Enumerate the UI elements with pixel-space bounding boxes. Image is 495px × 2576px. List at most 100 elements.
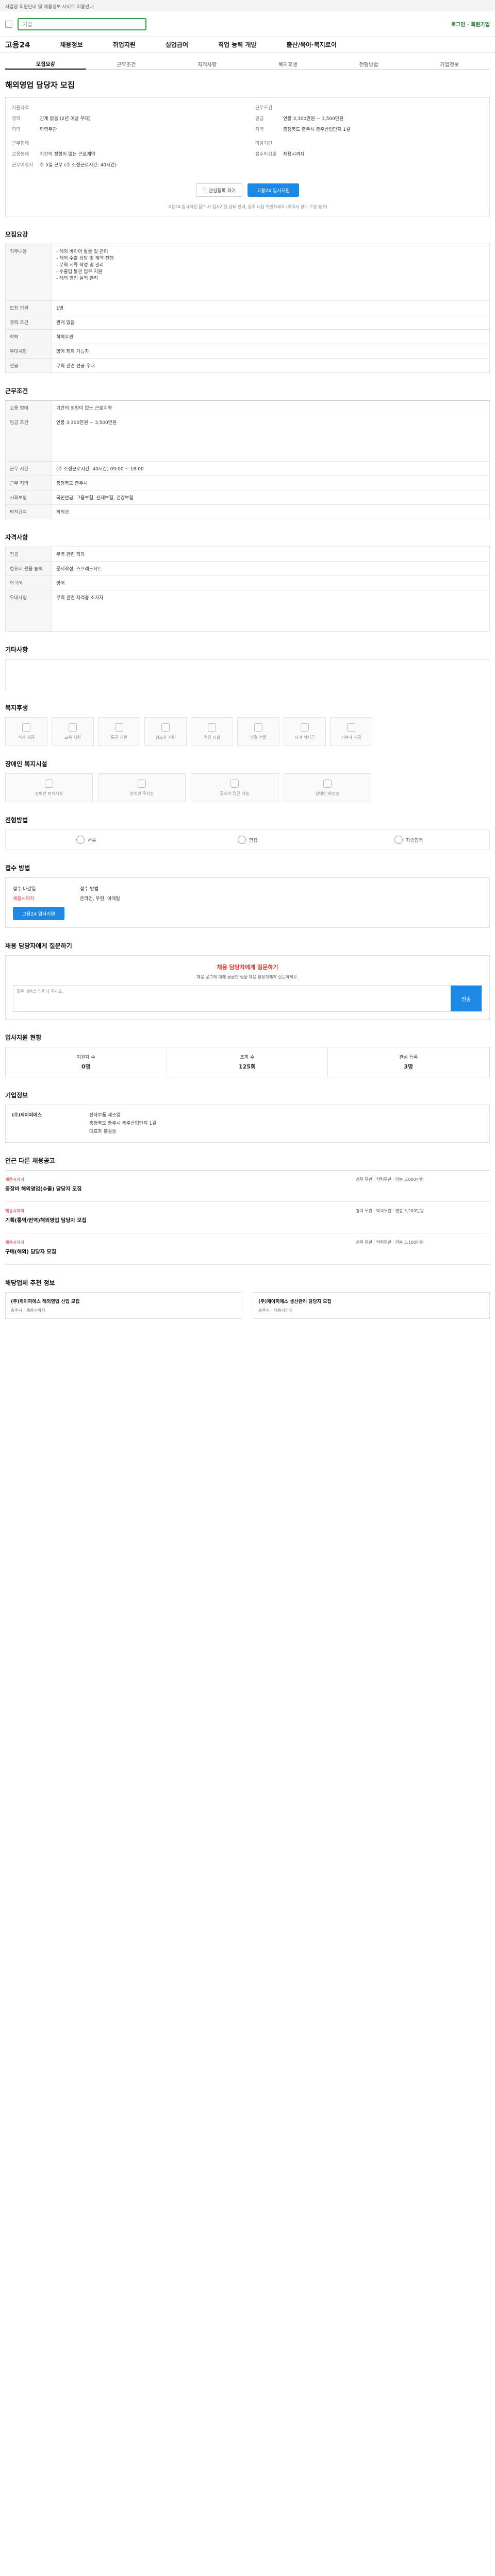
disability-item: 휠체어 접근 가능 — [191, 773, 278, 802]
welfare-label: 식사 제공 — [18, 735, 35, 740]
send-button[interactable]: 전송 — [451, 986, 482, 1011]
stat-label: 지원자 수 — [76, 1055, 95, 1060]
job-content: - 해외 바이어 발굴 및 관리 - 해외 수출 상담 및 계약 진행 - 무역… — [52, 244, 490, 300]
procedure-steps: 서류 면접 최종합격 — [5, 829, 490, 850]
row-label: 임금 조건 — [6, 415, 52, 461]
value: 온라인, 우편, 이메일 — [80, 896, 120, 902]
stat-item: 관심 등록 3명 — [328, 1047, 490, 1077]
global-nav: 기업 로그인 · 회원가입 — [0, 11, 495, 37]
disability-item: 장애인 화장실 — [284, 773, 371, 802]
welfare-item: 교육 지원 — [52, 717, 94, 746]
label: 근무형태 — [12, 141, 29, 146]
label: 지원자격 — [12, 106, 29, 111]
stat-value: 0명 — [81, 1063, 91, 1070]
welfare-item: 경조사 지원 — [144, 717, 187, 746]
card-sub: 충주시 · 채용시까지 — [11, 1308, 45, 1313]
value: 주 5일 근무 (주 소정근로시간: 40시간) — [40, 163, 117, 168]
job-item[interactable]: 채용시까지 구매(해외) 담당자 모집 경력 무관 · 학력무관 · 연봉 3,10… — [5, 1233, 490, 1265]
checkbox-icon[interactable] — [5, 20, 12, 28]
welfare-label: 기숙사 제공 — [341, 735, 361, 740]
question-input[interactable]: 질문 내용을 입력해 주세요. — [13, 986, 451, 1011]
job-item[interactable]: 채용시까지 기획(통역/번역)해외영업 담당자 모집 경력 무관 · 학력무관 · … — [5, 1202, 490, 1233]
tab-company[interactable]: 기업정보 — [409, 59, 490, 70]
recommend-card[interactable]: (주)제이피에스 생산관리 담당자 모집 충주시 · 채용시까지 — [253, 1292, 490, 1319]
step-icon — [394, 836, 403, 844]
disability-item: 장애인 편의시설 — [5, 773, 93, 802]
apply-box: 접수 마감일 채용시까지 고용24 입사지원 접수 방법 온라인, 우편, 이메… — [5, 877, 490, 928]
tab-recruit[interactable]: 모집요강 — [5, 59, 86, 70]
label: 학력 — [12, 127, 21, 132]
main-menu: 고용24 채용정보 취업지원 실업급여 직업 능력 개발 출산/육아·복지로이 — [0, 37, 495, 53]
recommend-card[interactable]: (주)제이피에스 해외영업 신입 모집충주시 · 채용시까지 — [5, 1292, 242, 1319]
welfare-label: 자녀 학자금 — [294, 735, 315, 740]
row-value: 영어 — [52, 576, 490, 590]
row-value: 무역 관련 학과 — [52, 547, 490, 561]
row-value: 문서작성, 스프레드시트 — [52, 562, 490, 575]
stat-label: 조회 수 — [240, 1055, 255, 1060]
menu-item[interactable]: 직업 능력 개발 — [218, 40, 257, 49]
job-title[interactable]: 기획(통역/번역)해외영업 담당자 모집 — [5, 1216, 345, 1224]
search-input[interactable]: 기업 — [18, 18, 146, 30]
row-label: 전공 — [6, 359, 52, 372]
menu-item[interactable]: 취업지원 — [113, 40, 136, 49]
job-item[interactable]: 채용시까지 중장비 해외영업(수출) 담당자 모집 경력 무관 · 학력무관 · 연… — [5, 1171, 490, 1202]
label: 접수마감일 — [255, 152, 277, 157]
tab-qualification[interactable]: 자격사항 — [167, 59, 248, 70]
stat-item: 조회 수 125회 — [167, 1047, 328, 1077]
login-link[interactable]: 로그인 · 회원가입 — [451, 20, 490, 28]
welfare-label: 교육 지원 — [64, 735, 81, 740]
row-label: 외국어 — [6, 576, 52, 590]
step-icon — [237, 836, 246, 844]
value: 기간의 정함이 없는 근로계약 — [40, 152, 95, 157]
disability-icon — [138, 779, 146, 788]
company-industry: 전자부품 제조업 — [89, 1113, 121, 1118]
apply-button-2[interactable]: 고용24 입사지원 — [13, 907, 64, 920]
row-value: 국민연금, 고용보험, 산재보험, 건강보험 — [52, 490, 490, 504]
card-title[interactable]: (주)제이피에스 생산관리 담당자 모집 — [258, 1298, 484, 1304]
tab-welfare[interactable]: 복지후생 — [248, 59, 328, 70]
welfare-icon — [301, 723, 309, 732]
stat-value: 125회 — [238, 1063, 256, 1070]
save-label: 관심등록 하기 — [208, 188, 236, 194]
card-title[interactable]: (주)제이피에스 해외영업 신입 모집 — [11, 1298, 237, 1304]
section-title: 근무조건 — [5, 387, 28, 395]
tab-condition[interactable]: 근무조건 — [86, 59, 167, 70]
welfare-icon — [115, 723, 123, 732]
row-value: 학력무관 — [52, 330, 490, 344]
disability-label: 장애인 화장실 — [315, 791, 340, 796]
section-title: 모집요강 — [5, 231, 28, 238]
section-title: 장애인 복지시설 — [5, 760, 47, 768]
welfare-item: 식사 제공 — [5, 717, 47, 746]
company-name[interactable]: (주)제이피에스 — [12, 1111, 74, 1136]
welfare-icon — [22, 723, 30, 732]
menu-item[interactable]: 채용정보 — [60, 40, 82, 49]
welfare-item: 통근 지원 — [98, 717, 140, 746]
section-title: 전형방법 — [5, 817, 28, 824]
company-box: (주)제이피에스 전자부품 제조업 충청북도 충주시 충주산업단지 1길 대표자… — [5, 1105, 490, 1143]
company-address: 충청북도 충주시 충주산업단지 1길 — [89, 1121, 157, 1126]
summary-box: 지원자격 경력 관계 없음 (2년 이상 우대) 학력 학력무관 근무형태 고용형태… — [5, 97, 490, 216]
question-box: 채용 담당자에게 질문하기 채용 공고에 대해 궁금한 점을 채용 담당자에게 … — [5, 955, 490, 1020]
job-title[interactable]: 중장비 해외영업(수출) 담당자 모집 — [5, 1184, 345, 1192]
welfare-icon — [69, 723, 77, 732]
welfare-icon — [347, 723, 355, 732]
row-label: 우대사항 — [6, 590, 52, 631]
etc-box — [5, 659, 490, 690]
apply-notice: 고용24 입사지원 접수 시 입사지원 상태 안내, 입력 내용 확인하세요 (… — [168, 205, 327, 209]
menu-item[interactable]: 출산/육아·복지로이 — [287, 40, 337, 49]
apply-button[interactable]: 고용24 입사지원 — [248, 183, 299, 197]
label: 근무예정지 — [12, 163, 34, 168]
logo[interactable]: 고용24 — [5, 39, 30, 50]
job-tag: 채용시까지 — [5, 1177, 24, 1182]
label: 지역 — [255, 127, 264, 132]
section-title: 입사지원 현황 — [5, 1034, 42, 1041]
tab-procedure[interactable]: 전형방법 — [328, 59, 409, 70]
save-button[interactable]: ♡ 관심등록 하기 — [196, 183, 242, 197]
job-title[interactable]: 구매(해외) 담당자 모집 — [5, 1247, 345, 1255]
section-title: 자격사항 — [5, 534, 28, 541]
row-value: 연봉 3,300만원 ~ 3,500만원 — [52, 415, 490, 461]
row-value: 무역 관련 자격증 소지자 — [52, 590, 490, 631]
welfare-item: 자녀 학자금 — [284, 717, 326, 746]
stat-label: 관심 등록 — [399, 1055, 418, 1060]
menu-item[interactable]: 실업급여 — [166, 40, 188, 49]
